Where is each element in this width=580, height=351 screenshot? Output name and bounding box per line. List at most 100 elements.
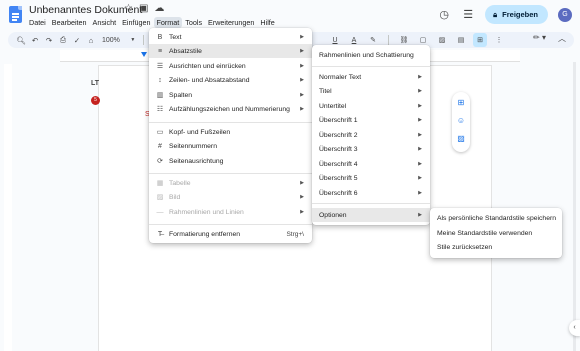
menu-item-tabelle: ▦ Tabelle ▶ xyxy=(156,179,304,188)
clear-formatting-icon: T̶ xyxy=(157,230,163,238)
add-comment-icon[interactable]: ⊞ xyxy=(456,98,466,108)
app-header: Unbenanntes Dokument ☆ ▣ ☁ Datei Bearbei… xyxy=(0,0,580,30)
menu-item-titel[interactable]: Titel ▶ xyxy=(312,84,430,98)
print-icon[interactable]: ⎙ xyxy=(56,33,70,47)
submenu-arrow-icon: ▶ xyxy=(418,132,422,138)
menu-item-spalten[interactable]: ▥ Spalten ▶ xyxy=(149,88,312,102)
bold-icon: B xyxy=(157,33,163,41)
submenu-arrow-icon: ▶ xyxy=(418,212,422,218)
menu-item-ausrichten[interactable]: ☰ Ausrichten und einrücken ▶ xyxy=(149,59,312,73)
bullet-list-icon: ☷ xyxy=(156,106,164,113)
cloud-status-icon[interactable]: ☁ xyxy=(154,3,164,14)
header-actions: ◷ ☰ 🔒︎ Freigeben G xyxy=(437,5,572,24)
menu-item-ueberschrift-2[interactable]: Überschrift 2 ▶ xyxy=(312,128,430,142)
image-icon: ▨ xyxy=(156,194,164,201)
document-outline-button[interactable]: LT xyxy=(88,80,102,94)
menu-ansicht[interactable]: Ansicht xyxy=(93,17,120,28)
paragraph-styles-icon: ≡ xyxy=(157,47,163,55)
menu-divider xyxy=(312,66,430,67)
docs-logo-icon[interactable] xyxy=(9,6,22,23)
menu-item-ueberschrift-1[interactable]: Überschrift 1 ▶ xyxy=(312,113,430,127)
collapse-toolbar-icon[interactable]: ︿ xyxy=(558,33,566,44)
menu-item-ueberschrift-5[interactable]: Überschrift 5 ▶ xyxy=(312,171,430,185)
submenu-arrow-icon: ▶ xyxy=(300,34,304,40)
menu-item-formatierung-entfernen[interactable]: T̶ Formatierung entfernen Strg+\ xyxy=(149,227,312,241)
submenu-arrow-icon: ▶ xyxy=(300,180,304,186)
comments-icon[interactable]: ☰ xyxy=(461,8,475,22)
notification-badge: 5 xyxy=(91,96,100,105)
menu-item-normaler-text[interactable]: Normaler Text ▶ xyxy=(312,70,430,84)
menu-format[interactable]: Format xyxy=(153,17,183,28)
align-icon[interactable]: ▤ xyxy=(454,33,468,47)
submenu-arrow-icon: ▶ xyxy=(418,103,422,109)
table-icon: ▦ xyxy=(156,180,164,187)
menu-hilfe[interactable]: Hilfe xyxy=(260,17,277,28)
menu-item-text[interactable]: B Text ▶ xyxy=(149,30,312,44)
more-options-icon[interactable]: ⋮ xyxy=(492,33,506,47)
menu-item-stile-zuruecksetzen[interactable]: Stile zurücksetzen xyxy=(430,240,562,254)
menu-item-zeilenabstand[interactable]: ↕ Zeilen- und Absatzabstand ▶ xyxy=(149,73,312,87)
submenu-arrow-icon: ▶ xyxy=(300,48,304,54)
menu-einfuegen[interactable]: Einfügen xyxy=(122,17,153,28)
menu-bearbeiten[interactable]: Bearbeiten xyxy=(52,17,90,28)
menu-divider xyxy=(149,122,312,123)
menu-item-standardstile-speichern[interactable]: Als persönliche Standardstile speichern xyxy=(430,211,562,225)
paint-format-icon[interactable]: ⌂ xyxy=(84,33,98,47)
vertical-ruler xyxy=(4,64,12,351)
lock-icon: 🔒︎ xyxy=(493,9,498,19)
insert-image-icon[interactable]: ▨ xyxy=(435,33,449,47)
menu-item-untertitel[interactable]: Untertitel ▶ xyxy=(312,99,430,113)
menu-item-ueberschrift-3[interactable]: Überschrift 3 ▶ xyxy=(312,142,430,156)
submenu-arrow-icon: ▶ xyxy=(418,74,422,80)
menu-item-optionen[interactable]: Optionen ▶ xyxy=(312,208,430,222)
menu-tools[interactable]: Tools xyxy=(185,17,205,28)
editing-mode-icon[interactable]: ✏ ▾ xyxy=(533,33,546,42)
zoom-select[interactable]: 100% xyxy=(102,37,120,44)
menu-bar: Datei Bearbeiten Ansicht Einfügen Format… xyxy=(29,17,281,28)
borders-icon: — xyxy=(156,208,164,216)
submenu-arrow-icon: ▶ xyxy=(418,161,422,167)
spellcheck-icon[interactable]: ✓ xyxy=(70,33,84,47)
menu-item-kopf-fusszeilen[interactable]: ▭ Kopf- und Fußzeilen xyxy=(149,125,312,139)
expand-side-panel-icon[interactable]: ‹ xyxy=(569,320,580,336)
columns-icon: ▥ xyxy=(156,92,164,99)
menu-datei[interactable]: Datei xyxy=(29,17,49,28)
search-menus-icon[interactable]: 🔍︎ xyxy=(14,33,28,47)
emoji-reaction-icon[interactable]: ☺ xyxy=(456,116,466,126)
share-button[interactable]: 🔒︎ Freigeben xyxy=(485,5,548,24)
menu-item-rahmenlinien-schattierung[interactable]: Rahmenlinien und Schattierung xyxy=(312,48,430,62)
border-shading-icon[interactable]: ⊞ xyxy=(473,33,487,47)
menu-item-ueberschrift-4[interactable]: Überschrift 4 ▶ xyxy=(312,157,430,171)
menu-item-seitennummern[interactable]: # Seitennummern xyxy=(149,139,312,153)
undo-icon[interactable]: ↶ xyxy=(28,33,42,47)
absatzstile-submenu: Rahmenlinien und Schattierung Normaler T… xyxy=(312,45,430,225)
page-number-icon: # xyxy=(158,142,162,150)
history-icon[interactable]: ◷ xyxy=(437,8,451,22)
share-label: Freigeben xyxy=(502,10,538,19)
align-indent-icon: ☰ xyxy=(156,63,164,70)
menu-divider xyxy=(312,203,430,204)
chevron-down-icon[interactable]: ▼ xyxy=(126,33,140,47)
scrollbar[interactable] xyxy=(573,62,576,351)
menu-item-absatzstile[interactable]: ≡ Absatzstile ▶ xyxy=(149,44,312,58)
menu-item-rahmenlinien: — Rahmenlinien und Linien ▶ xyxy=(156,208,305,216)
header-footer-icon: ▭ xyxy=(156,129,164,136)
redo-icon[interactable]: ↷ xyxy=(42,33,56,47)
submenu-arrow-icon: ▶ xyxy=(418,190,422,196)
star-icon[interactable]: ☆ xyxy=(124,3,133,14)
floating-side-tools: ⊞ ☺ ▨ xyxy=(452,92,470,152)
menu-item-aufzaehlung[interactable]: ☷ Aufzählungszeichen und Nummerierung ▶ xyxy=(149,102,312,116)
suggest-edits-icon[interactable]: ▨ xyxy=(456,134,466,144)
move-folder-icon[interactable]: ▣ xyxy=(139,3,148,14)
menu-item-standardstile-verwenden[interactable]: Meine Standardstile verwenden xyxy=(430,226,562,240)
submenu-arrow-icon: ▶ xyxy=(418,175,422,181)
shortcut-label: Strg+\ xyxy=(286,230,304,238)
optionen-submenu: Als persönliche Standardstile speichern … xyxy=(430,208,562,258)
avatar[interactable]: G xyxy=(558,7,572,22)
line-spacing-icon: ↕ xyxy=(158,76,162,84)
submenu-arrow-icon: ▶ xyxy=(300,194,304,200)
menu-item-seitenausrichtung[interactable]: ⟳ Seitenausrichtung xyxy=(149,154,312,168)
menu-erweiterungen[interactable]: Erweiterungen xyxy=(208,17,257,28)
indent-marker[interactable] xyxy=(141,52,147,57)
menu-item-ueberschrift-6[interactable]: Überschrift 6 ▶ xyxy=(312,186,430,200)
